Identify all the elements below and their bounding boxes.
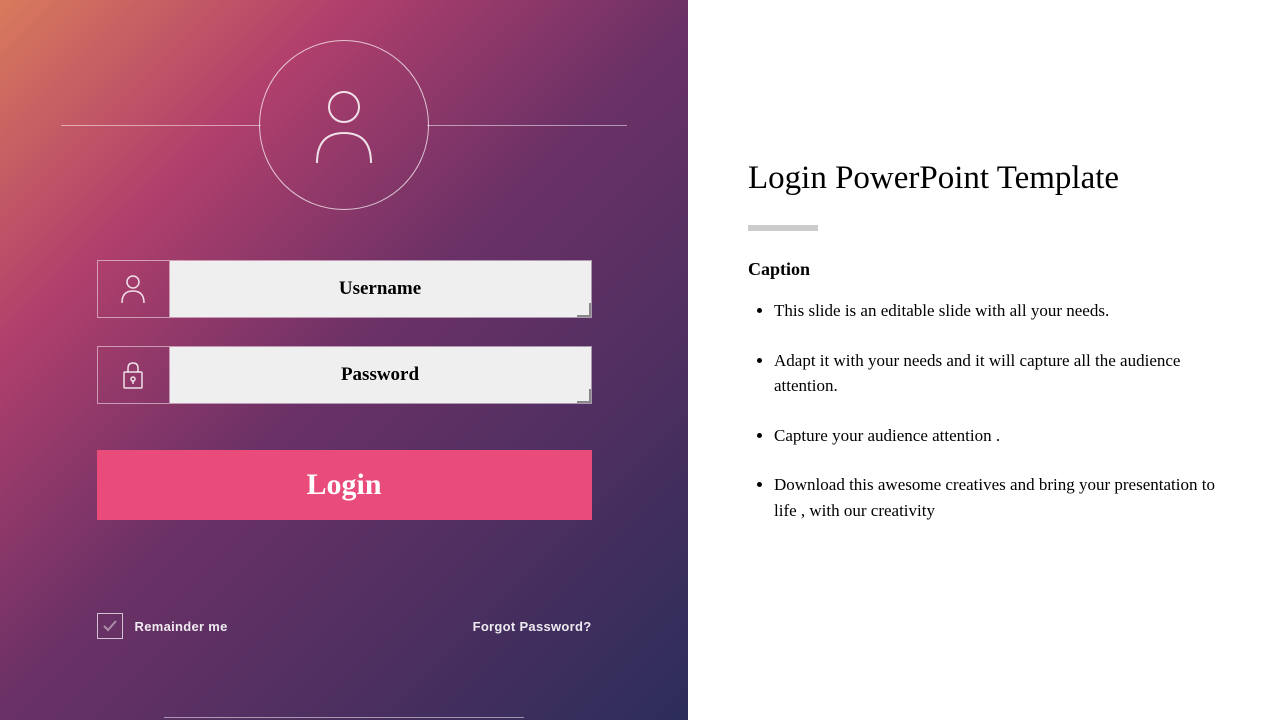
- check-icon: [102, 619, 118, 633]
- remember-checkbox[interactable]: [97, 613, 123, 639]
- list-item: Download this awesome creatives and brin…: [774, 472, 1240, 523]
- forgot-password-link[interactable]: Forgot Password?: [473, 619, 592, 634]
- bottom-divider: [164, 717, 524, 718]
- password-input[interactable]: Password: [170, 347, 591, 403]
- password-row[interactable]: Password: [97, 346, 592, 404]
- list-item: This slide is an editable slide with all…: [774, 298, 1240, 324]
- user-icon: [120, 274, 146, 304]
- remember-wrap[interactable]: Remainder me: [97, 613, 228, 639]
- page-title: Login PowerPoint Template: [748, 160, 1240, 197]
- title-divider: [748, 225, 818, 231]
- avatar-row: [0, 40, 688, 210]
- username-icon-box: [98, 261, 170, 317]
- list-item: Adapt it with your needs and it will cap…: [774, 348, 1240, 399]
- user-icon: [309, 85, 379, 165]
- content-panel: Login PowerPoint Template Caption This s…: [688, 0, 1280, 720]
- avatar-circle: [259, 40, 429, 210]
- options-row: Remainder me Forgot Password?: [97, 613, 592, 639]
- username-input[interactable]: Username: [170, 261, 591, 317]
- remember-label: Remainder me: [135, 619, 228, 634]
- divider-left: [61, 125, 261, 126]
- bullet-list: This slide is an editable slide with all…: [748, 298, 1240, 523]
- login-panel: Username Password Login: [0, 0, 688, 720]
- login-form: Username Password Login: [97, 260, 592, 718]
- username-row[interactable]: Username: [97, 260, 592, 318]
- login-button[interactable]: Login: [97, 450, 592, 520]
- password-icon-box: [98, 347, 170, 403]
- lock-icon: [121, 360, 145, 390]
- caption-heading: Caption: [748, 259, 1240, 280]
- divider-right: [427, 125, 627, 126]
- list-item: Capture your audience attention .: [774, 423, 1240, 449]
